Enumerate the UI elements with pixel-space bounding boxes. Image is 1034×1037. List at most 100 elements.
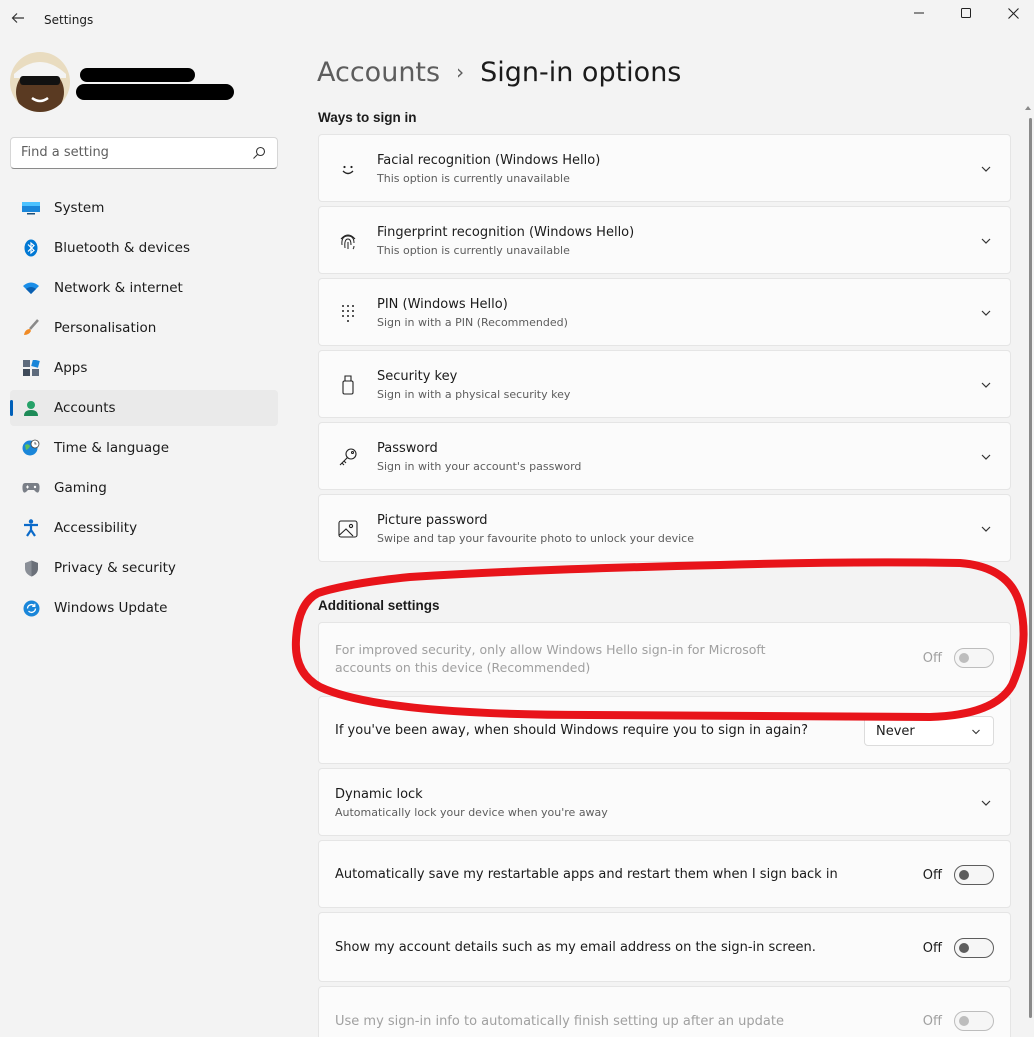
restart-apps-toggle[interactable] <box>954 865 994 885</box>
sidebar-item-windows-update[interactable]: Windows Update <box>10 590 278 626</box>
sidebar-item-gaming[interactable]: Gaming <box>10 470 278 506</box>
sidebar-item-personalisation[interactable]: Personalisation <box>10 310 278 346</box>
sidebar-item-label: Gaming <box>54 480 107 496</box>
user-profile <box>10 52 250 116</box>
option-subtitle: Swipe and tap your favourite photo to un… <box>377 532 694 545</box>
setting-text: If you've been away, when should Windows… <box>335 723 809 738</box>
accessibility-icon <box>21 518 41 538</box>
search-input[interactable] <box>21 145 241 160</box>
setting-text: Use my sign-in info to automatically fin… <box>335 1014 784 1029</box>
option-subtitle: Sign in with your account's password <box>377 460 582 473</box>
option-subtitle: Sign in with a PIN (Recommended) <box>377 316 568 329</box>
sidebar-item-accounts[interactable]: Accounts <box>10 390 278 426</box>
back-arrow-icon[interactable] <box>8 10 28 30</box>
signin-option-facial[interactable]: Facial recognition (Windows Hello) This … <box>318 134 1011 202</box>
setting-text-line2: accounts on this device (Recommended) <box>335 660 591 675</box>
close-icon <box>1007 7 1019 19</box>
setting-text-line1: For improved security, only allow Window… <box>335 642 766 657</box>
fingerprint-icon <box>337 230 359 252</box>
section-heading-ways: Ways to sign in <box>318 110 417 125</box>
minimize-button[interactable] <box>896 2 942 24</box>
key-icon <box>337 446 359 468</box>
option-subtitle: This option is currently unavailable <box>377 172 570 185</box>
chevron-down-icon <box>981 800 991 806</box>
option-subtitle: This option is currently unavailable <box>377 244 570 257</box>
signin-option-pin[interactable]: PIN (Windows Hello) Sign in with a PIN (… <box>318 278 1011 346</box>
sidebar-item-system[interactable]: System <box>10 190 278 226</box>
section-heading-additional: Additional settings <box>318 598 440 613</box>
gamepad-icon <box>21 478 41 498</box>
sidebar-item-label: Personalisation <box>54 320 157 336</box>
signin-option-fingerprint[interactable]: Fingerprint recognition (Windows Hello) … <box>318 206 1011 274</box>
search-icon[interactable] <box>251 145 267 161</box>
apps-icon <box>21 358 41 378</box>
setting-restart-apps: Automatically save my restartable apps a… <box>318 840 1011 908</box>
face-icon <box>337 158 359 180</box>
setting-account-details: Show my account details such as my email… <box>318 912 1011 982</box>
account-details-toggle[interactable] <box>954 938 994 958</box>
away-signin-dropdown[interactable]: Never <box>864 716 994 746</box>
scrollbar[interactable] <box>1022 100 1034 1037</box>
setting-hello-only: For improved security, only allow Window… <box>318 622 1011 692</box>
sidebar-item-label: Time & language <box>54 440 170 456</box>
setting-dynamic-lock[interactable]: Dynamic lock Automatically lock your dev… <box>318 768 1011 836</box>
pin-keypad-icon <box>337 302 359 324</box>
page-title: Sign-in options <box>480 56 682 88</box>
usb-key-icon <box>337 374 359 396</box>
option-title: Fingerprint recognition (Windows Hello) <box>377 225 635 240</box>
hello-only-toggle[interactable] <box>954 648 994 668</box>
close-button[interactable] <box>990 2 1034 24</box>
chevron-down-icon <box>972 729 980 735</box>
sidebar-item-label: Network & internet <box>54 280 183 296</box>
search-box[interactable] <box>10 137 278 169</box>
account-details-toggle-group: Off <box>923 938 994 958</box>
sidebar-item-apps[interactable]: Apps <box>10 350 278 386</box>
redacted-username <box>80 68 195 82</box>
option-title: Security key <box>377 369 458 384</box>
toggle-state-label: Off <box>922 940 942 956</box>
person-icon <box>21 398 41 418</box>
picture-icon <box>337 518 359 540</box>
sidebar-item-label: Apps <box>54 360 88 376</box>
breadcrumb-separator: › <box>456 60 465 84</box>
sidebar-item-bluetooth[interactable]: Bluetooth & devices <box>10 230 278 266</box>
redacted-email <box>76 84 234 100</box>
update-icon <box>21 598 41 618</box>
signin-option-password[interactable]: Password Sign in with your account's pas… <box>318 422 1011 490</box>
sidebar-item-label: Privacy & security <box>54 560 176 576</box>
sidebar-item-label: System <box>54 200 105 216</box>
chevron-down-icon <box>981 526 991 532</box>
sidebar-item-accessibility[interactable]: Accessibility <box>10 510 278 546</box>
sidebar-item-privacy[interactable]: Privacy & security <box>10 550 278 586</box>
maximize-icon <box>961 8 971 18</box>
breadcrumb-parent[interactable]: Accounts <box>317 57 440 88</box>
option-title: Password <box>377 441 438 456</box>
wifi-icon <box>21 278 41 298</box>
option-title: Facial recognition (Windows Hello) <box>377 153 601 168</box>
toggle-knob <box>959 653 969 663</box>
setting-text: Automatically save my restartable apps a… <box>335 867 838 882</box>
maximize-button[interactable] <box>943 2 989 24</box>
toggle-knob <box>959 1016 969 1026</box>
signin-info-toggle[interactable] <box>954 1011 994 1031</box>
minimize-icon <box>914 12 924 14</box>
signin-option-picture-password[interactable]: Picture password Swipe and tap your favo… <box>318 494 1011 562</box>
dropdown-value: Never <box>876 724 915 739</box>
system-icon <box>21 198 41 218</box>
option-subtitle: Sign in with a physical security key <box>377 388 571 401</box>
setting-subtitle: Automatically lock your device when you'… <box>335 806 608 819</box>
chevron-down-icon <box>981 454 991 460</box>
signin-option-security-key[interactable]: Security key Sign in with a physical sec… <box>318 350 1011 418</box>
scrollbar-thumb[interactable] <box>1029 118 1032 1018</box>
sidebar-item-label: Bluetooth & devices <box>54 240 191 256</box>
breadcrumb: Accounts › Sign-in options <box>317 52 681 92</box>
toggle-state-label: Off <box>922 867 942 883</box>
signin-info-toggle-group: Off <box>923 1011 994 1031</box>
title-bar: Settings <box>0 0 1034 40</box>
option-title: Picture password <box>377 513 488 528</box>
restart-apps-toggle-group: Off <box>923 865 994 885</box>
sidebar-item-time-language[interactable]: Time & language <box>10 430 278 466</box>
toggle-state-label: Off <box>922 1013 942 1029</box>
sidebar-item-network[interactable]: Network & internet <box>10 270 278 306</box>
scroll-up-arrow-icon[interactable] <box>1024 104 1032 112</box>
